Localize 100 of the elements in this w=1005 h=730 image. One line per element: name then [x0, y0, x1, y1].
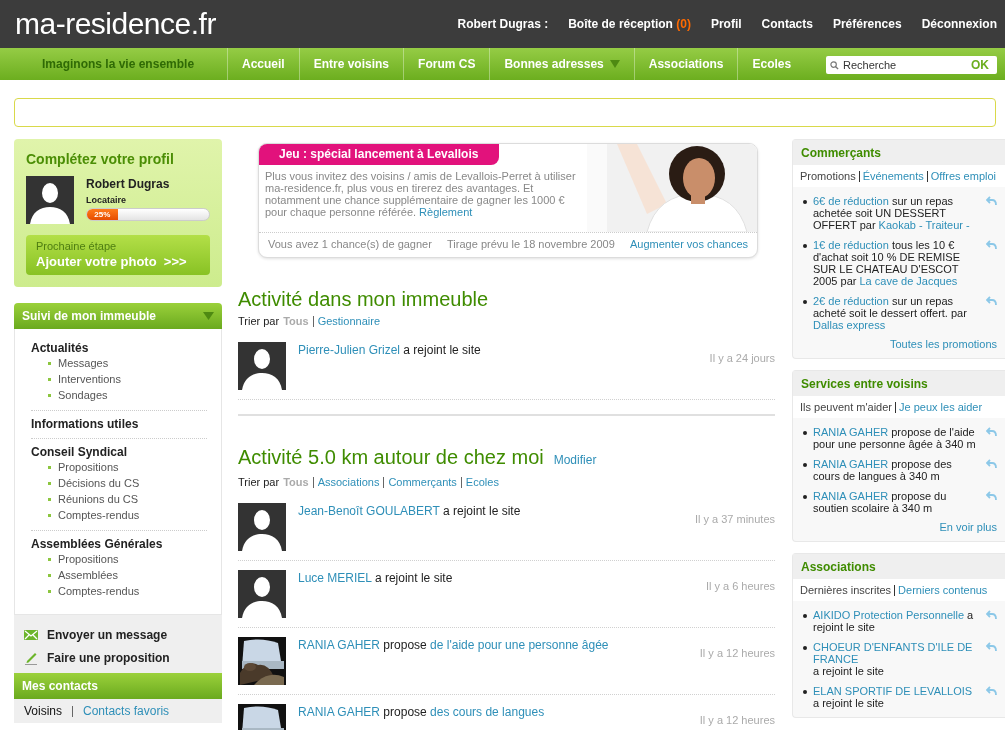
activity-text: Pierre-Julien Grizel a rejoint le site [298, 343, 482, 359]
name-link[interactable]: RANIA GAHER [298, 638, 381, 652]
panel-tab[interactable]: Derniers contenus [898, 584, 988, 596]
contacts-tab[interactable]: Contacts favoris [83, 704, 170, 718]
bullet-icon [48, 377, 51, 381]
edit-link[interactable]: Modifier [553, 449, 597, 471]
curved-arrow-icon[interactable] [986, 427, 997, 437]
banner-text: Plus vous invitez des voisins / amis de Levallois-Perret à utiliser ma-residence.fr, plus vous en tirerez des avantages. Et notamment une chance supplémentaire de gagner les 1000 € pour chaque personne référée. Règlement [264, 169, 577, 218]
nav-item[interactable]: Associations [633, 48, 738, 80]
card-title: Complétez votre profil [26, 151, 175, 167]
rules-link[interactable]: Règlement [419, 206, 473, 218]
menu-item[interactable]: Réunions du CS [58, 493, 139, 505]
curved-arrow-icon[interactable] [986, 491, 997, 501]
menu-item[interactable]: Propositions [58, 461, 119, 473]
menu-item[interactable]: Messages [58, 357, 109, 369]
sort-option[interactable]: Gestionnaire [317, 315, 380, 327]
sort-option[interactable]: Commerçants [388, 476, 457, 488]
search-icon [830, 60, 839, 70]
item-text: 2€ de réduction sur un repas acheté soit le dessert offert. par Dallas express [813, 295, 968, 331]
panel-tab[interactable]: Je peux les aider [899, 401, 983, 413]
header-link[interactable]: Profil [710, 17, 742, 31]
curved-arrow-icon[interactable] [986, 296, 997, 306]
panel-footer-link[interactable]: En voir plus [793, 514, 1005, 533]
bullet-icon [48, 465, 51, 469]
text-link[interactable]: de l'aide pour une personne âgée [430, 638, 609, 652]
text-link[interactable]: Dallas express [813, 319, 886, 331]
curved-arrow-icon[interactable] [986, 610, 997, 620]
item-text: 1€ de réduction tous les 10 € d'achat soit 10 % DE REMISE SUR LE CHATEAU D'ESCOT 2005 par La cave de Jacques [813, 239, 961, 287]
sort-option[interactable]: Tous [283, 315, 309, 327]
name-link[interactable]: RANIA GAHER [813, 490, 889, 502]
item-text: RANIA GAHER propose du soutien scolaire à 340 m [813, 490, 948, 514]
panel-tab[interactable]: Dernières inscrites [800, 584, 892, 596]
name-link[interactable]: CHOEUR D'ENFANTS D'ILE DE FRANCE [813, 641, 980, 665]
search-button[interactable]: OK [967, 58, 993, 72]
panel-tab[interactable]: Événements [862, 170, 924, 182]
panel-footer-link[interactable]: Toutes les promotions [793, 331, 1005, 350]
nav-item[interactable]: Entre voisins [298, 48, 404, 80]
bullet-icon [803, 200, 807, 204]
nav-item[interactable]: Forum CS [403, 48, 490, 80]
activity-text: RANIA GAHER propose des cours de langues [298, 705, 546, 721]
name-link[interactable]: RANIA GAHER [813, 458, 889, 470]
nav-item[interactable]: Accueil [227, 48, 299, 80]
search-field[interactable]: Recherche OK [826, 56, 997, 74]
increase-chances-link[interactable]: Augmenter vos chances [630, 238, 748, 250]
header-link[interactable]: Déconnexion [921, 17, 997, 31]
contacts-tab[interactable]: Voisins [24, 704, 63, 718]
bullet-icon [803, 431, 807, 435]
person-silhouette-icon [238, 570, 286, 618]
name-link[interactable]: Luce MERIEL [298, 571, 372, 585]
profile-role: Locataire [86, 195, 128, 205]
menu-group-title[interactable]: Assemblées Générales [31, 537, 207, 551]
text-link[interactable]: Kaokab - Traiteur - [878, 219, 970, 231]
panel-header: Mes contacts [14, 673, 222, 699]
curved-arrow-icon[interactable] [986, 196, 997, 206]
name-link[interactable]: ELAN SPORTIF DE LEVALLOIS [813, 685, 973, 697]
name-link[interactable]: RANIA GAHER [813, 426, 889, 438]
curved-arrow-icon[interactable] [986, 240, 997, 250]
menu-item[interactable]: Décisions du CS [58, 477, 140, 489]
curved-arrow-icon[interactable] [986, 642, 997, 652]
profile-name: Robert Dugras [86, 177, 171, 191]
header-link[interactable]: Contacts [761, 17, 813, 31]
nav-item[interactable]: Bonnes adresses [489, 48, 634, 80]
name-link[interactable]: Jean-Benoît GOULABERT [298, 504, 440, 518]
panel-tab[interactable]: Offres emploi [930, 170, 996, 182]
name-link[interactable]: 6€ de réduction [813, 195, 889, 207]
menu-item[interactable]: Assemblées [58, 569, 118, 581]
sort-option[interactable]: Associations [317, 476, 380, 488]
panel-tab[interactable]: Promotions [800, 170, 856, 182]
activity-time: Il y a 37 minutes [694, 513, 775, 527]
menu-item[interactable]: Propositions [58, 553, 119, 565]
header-link[interactable]: Boîte de réception (0) [568, 17, 691, 31]
name-link[interactable]: RANIA GAHER [298, 705, 381, 719]
bullet-icon [48, 513, 51, 517]
nav-item[interactable]: Ecoles [737, 48, 806, 80]
name-link[interactable]: 2€ de réduction [813, 295, 889, 307]
text-link[interactable]: La cave de Jacques [859, 275, 958, 287]
menu-group-title[interactable]: Informations utiles [31, 417, 207, 431]
menu-group-title[interactable]: Actualités [31, 341, 207, 355]
panel-tab[interactable]: Ils peuvent m'aider [800, 401, 892, 413]
panel-header[interactable]: Suivi de mon immeuble [14, 303, 222, 329]
bullet-icon [803, 646, 807, 650]
curved-arrow-icon[interactable] [986, 459, 997, 469]
menu-item[interactable]: Comptes-rendus [58, 585, 140, 597]
sort-option[interactable]: Ecoles [465, 476, 499, 488]
action-link[interactable]: Faire une proposition [24, 646, 212, 669]
menu-item[interactable]: Interventions [58, 373, 121, 385]
name-link[interactable]: Pierre-Julien Grizel [298, 343, 401, 357]
next-step-button[interactable]: Prochaine étape Ajouter votre photo >>> [26, 235, 210, 275]
menu-item[interactable]: Sondages [58, 389, 108, 401]
menu-item[interactable]: Comptes-rendus [58, 509, 140, 521]
menu-group-title[interactable]: Conseil Syndical [31, 445, 207, 459]
site-logo[interactable]: ma-residence.fr [15, 7, 216, 41]
name-link[interactable]: 1€ de réduction [813, 239, 889, 251]
text-link[interactable]: des cours de langues [430, 705, 545, 719]
sort-option[interactable]: Tous [283, 476, 309, 488]
curved-arrow-icon[interactable] [986, 686, 997, 696]
item-text: ELAN SPORTIF DE LEVALLOIS a rejoint le site [813, 685, 974, 709]
name-link[interactable]: AIKIDO Protection Personnelle [813, 609, 965, 621]
action-link[interactable]: Envoyer un message [24, 623, 212, 646]
header-link[interactable]: Préférences [832, 17, 902, 31]
